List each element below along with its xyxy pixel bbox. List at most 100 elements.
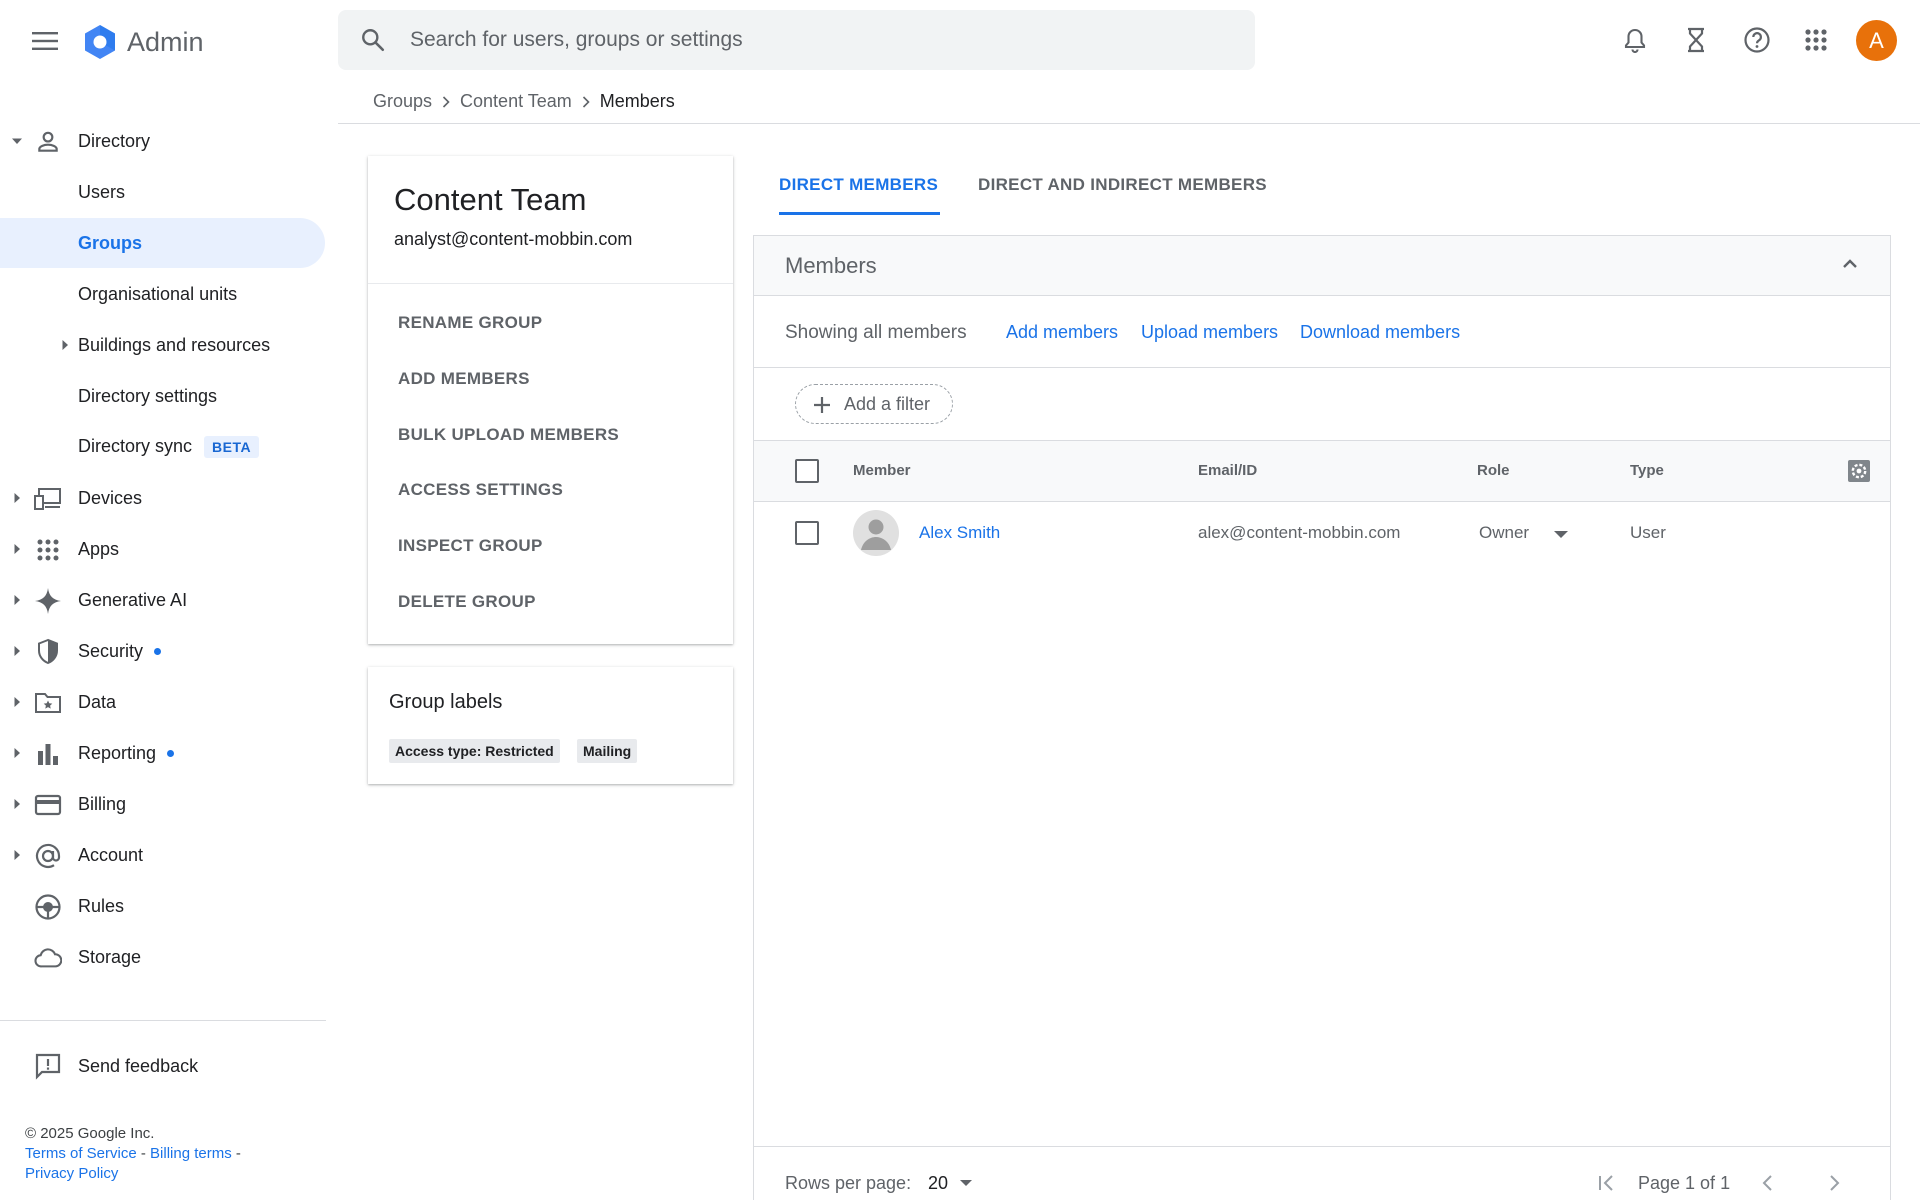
delete-group-button[interactable]: DELETE GROUP: [398, 592, 536, 612]
group-labels-title: Group labels: [389, 691, 503, 713]
main-menu-button[interactable]: [26, 22, 64, 60]
sidebar-item-label-wrap: Directory sync BETA: [78, 436, 260, 459]
group-info-card: Content Team analyst@content-mobbin.com …: [368, 156, 733, 644]
hourglass-icon: [1688, 27, 1704, 53]
sidebar-item-buildings-and-resources[interactable]: Buildings and resources: [0, 320, 325, 370]
sidebar-divider: [0, 1020, 326, 1021]
sidebar-item-data[interactable]: Data: [0, 677, 325, 727]
download-members-link[interactable]: Download members: [1300, 322, 1460, 343]
notification-dot: [167, 750, 175, 758]
label-chip: Mailing: [577, 739, 638, 763]
sidebar-item-storage[interactable]: Storage: [0, 932, 325, 982]
sidebar-item-reporting[interactable]: Reporting: [0, 728, 325, 778]
caret-down-icon[interactable]: [11, 135, 23, 147]
sidebar-item-apps[interactable]: Apps: [0, 524, 325, 574]
caret-right-icon[interactable]: [11, 696, 23, 708]
sidebar-item-directory[interactable]: Directory: [0, 116, 325, 166]
sidebar-item-label: Groups: [78, 232, 143, 253]
bar-chart-icon: [34, 740, 62, 768]
upload-members-link[interactable]: Upload members: [1141, 322, 1278, 343]
column-header-member[interactable]: Member: [853, 462, 911, 479]
app-name[interactable]: Admin: [127, 24, 204, 60]
add-members-link[interactable]: Add members: [1006, 322, 1118, 343]
caret-right-icon[interactable]: [11, 594, 23, 606]
breadcrumb-groups[interactable]: Groups: [373, 91, 432, 112]
sidebar-item-label: Storage: [78, 946, 142, 967]
folder-star-icon: [34, 689, 62, 717]
active-tab-indicator: [779, 212, 940, 215]
sidebar-item-label: Billing: [78, 793, 127, 814]
sidebar-item-users[interactable]: Users: [0, 167, 325, 217]
send-feedback-button[interactable]: Send feedback: [0, 1042, 326, 1092]
column-header-role[interactable]: Role: [1477, 462, 1510, 479]
apps-icon: [34, 536, 62, 564]
tasks-button[interactable]: [1676, 20, 1716, 60]
tab-direct-and-indirect-members[interactable]: DIRECT AND INDIRECT MEMBERS: [978, 175, 1267, 195]
caret-right-icon[interactable]: [11, 849, 23, 861]
inspect-group-button[interactable]: INSPECT GROUP: [398, 536, 543, 556]
caret-right-icon[interactable]: [11, 492, 23, 504]
caret-right-icon[interactable]: [11, 645, 23, 657]
sidebar-item-label: Directory settings: [78, 385, 218, 406]
chevron-left-icon[interactable]: [1758, 1173, 1778, 1193]
dropdown-caret-icon[interactable]: [959, 1179, 973, 1187]
search-bar[interactable]: [338, 10, 1255, 70]
tab-direct-members[interactable]: DIRECT MEMBERS: [779, 175, 938, 195]
privacy-policy-link[interactable]: Privacy Policy: [25, 1165, 118, 1182]
add-filter-button[interactable]: Add a filter: [795, 384, 953, 424]
rename-group-button[interactable]: RENAME GROUP: [398, 313, 542, 333]
rows-per-page-label: Rows per page:: [785, 1173, 912, 1193]
sidebar-item-label: Apps: [78, 538, 120, 559]
column-header-type[interactable]: Type: [1630, 462, 1664, 479]
bulk-upload-members-button[interactable]: BULK UPLOAD MEMBERS: [398, 425, 619, 445]
account-avatar[interactable]: A: [1856, 20, 1897, 61]
showing-all-members-text: Showing all members: [785, 322, 967, 343]
row-checkbox[interactable]: [795, 521, 819, 545]
caret-right-icon[interactable]: [11, 543, 23, 555]
sidebar-item-directory-sync[interactable]: Directory sync BETA: [0, 422, 325, 472]
table-row[interactable]: Alex Smith alex@content-mobbin.com Owner…: [754, 502, 1890, 564]
caret-right-icon[interactable]: [11, 747, 23, 759]
column-settings-icon[interactable]: [1847, 459, 1871, 483]
feedback-icon: [34, 1052, 62, 1080]
sidebar-item-label: Users: [78, 181, 126, 202]
add-members-action[interactable]: ADD MEMBERS: [398, 369, 530, 389]
group-title: Content Team: [394, 182, 587, 217]
sidebar-item-devices[interactable]: Devices: [0, 473, 325, 523]
help-button[interactable]: [1737, 20, 1777, 60]
admin-logo-icon[interactable]: [82, 24, 118, 60]
add-filter-label: Add a filter: [844, 394, 931, 414]
terms-of-service-link[interactable]: Terms of Service: [25, 1145, 137, 1162]
dropdown-caret-icon[interactable]: [1553, 530, 1569, 539]
sidebar-item-security[interactable]: Security: [0, 626, 325, 676]
access-settings-button[interactable]: ACCESS SETTINGS: [398, 480, 563, 500]
sidebar-item-billing[interactable]: Billing: [0, 779, 325, 829]
sidebar-item-directory-settings[interactable]: Directory settings: [0, 371, 325, 421]
breadcrumb-content-team[interactable]: Content Team: [460, 91, 572, 112]
sidebar-item-account[interactable]: Account: [0, 830, 325, 880]
group-email: analyst@content-mobbin.com: [394, 229, 633, 249]
notifications-button[interactable]: [1615, 20, 1655, 60]
select-all-checkbox[interactable]: [795, 459, 819, 483]
apps-launcher-button[interactable]: [1796, 20, 1836, 60]
chevron-up-icon[interactable]: [1840, 254, 1860, 274]
billing-terms-link[interactable]: Billing terms: [150, 1145, 232, 1162]
caret-right-icon[interactable]: [61, 339, 69, 351]
sidebar-item-organisational-units[interactable]: Organisational units: [0, 269, 325, 319]
search-input[interactable]: [410, 10, 1230, 70]
first-page-icon[interactable]: [1597, 1173, 1617, 1193]
beta-badge: BETA: [204, 436, 260, 459]
role-select[interactable]: Owner: [1479, 523, 1529, 543]
caret-right-icon[interactable]: [11, 798, 23, 810]
search-icon[interactable]: [360, 27, 386, 53]
help-icon: [1744, 27, 1770, 53]
sidebar-item-groups[interactable]: Groups: [0, 218, 325, 268]
chevron-right-icon[interactable]: [1824, 1173, 1844, 1193]
chevron-right-icon: [442, 95, 450, 108]
panel-divider: [754, 367, 1890, 368]
member-name-link[interactable]: Alex Smith: [919, 523, 1000, 543]
sidebar-item-generative-ai[interactable]: Generative AI: [0, 575, 325, 625]
rows-per-page-select[interactable]: 20: [928, 1173, 948, 1194]
sidebar-item-rules[interactable]: Rules: [0, 881, 325, 931]
column-header-email[interactable]: Email/ID: [1198, 462, 1257, 479]
